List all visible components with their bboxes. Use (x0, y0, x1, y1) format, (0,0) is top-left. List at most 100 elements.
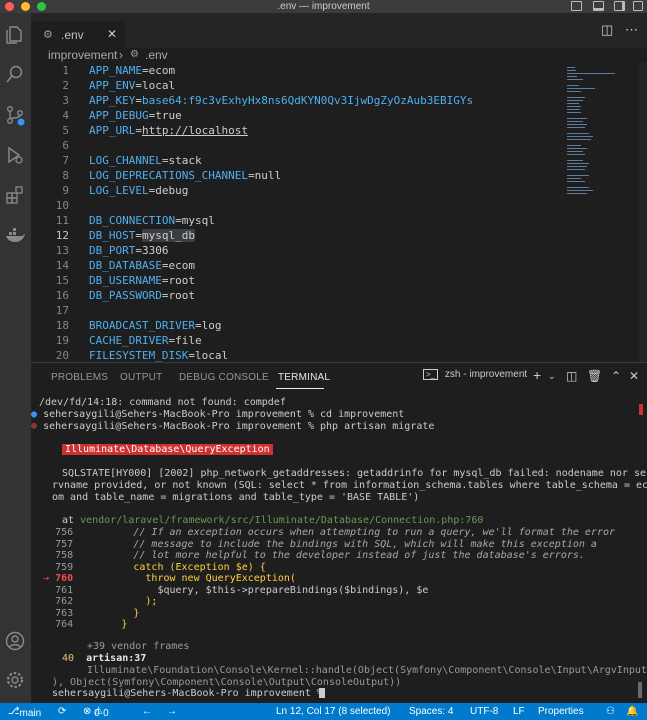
toggle-sidebar-icon[interactable] (571, 1, 582, 11)
sync-icon[interactable]: ⟳ (58, 705, 66, 718)
terminal-line: ● sehersaygili@Sehers-MacBook-Pro improv… (31, 409, 405, 420)
close-icon[interactable]: ✕ (107, 27, 117, 41)
code-line[interactable]: 3 APP_KEY=base64:f9c3vExhyHx8ns6QdKYN0Qv3… (31, 93, 541, 108)
toggle-panel-icon[interactable] (593, 1, 604, 11)
code-line[interactable]: 14 DB_DATABASE=ecom (31, 258, 541, 273)
line-content: APP_ENV=local (89, 79, 176, 92)
line-number: 8 (62, 169, 69, 182)
code-line[interactable]: 6 (31, 138, 541, 153)
line-content: FILESYSTEM_DISK=local (89, 349, 229, 362)
line-number: 15 (55, 274, 69, 287)
toggle-secondary-sidebar-icon[interactable] (614, 1, 625, 11)
stack-code-line: 761 $query, $this->prepareBindings($bind… (55, 584, 429, 596)
code-line[interactable]: 2 APP_ENV=local (31, 78, 541, 93)
line-number: 4 (62, 109, 69, 122)
code-line[interactable]: 16 DB_PASSWORD=root (31, 288, 541, 303)
source-control-icon[interactable] (4, 104, 26, 126)
activity-bar (0, 13, 31, 703)
live-share-icon[interactable]: ⚇ (606, 705, 615, 718)
forward-icon[interactable]: → (167, 705, 177, 718)
cursor-position[interactable]: Ln 12, Col 17 (8 selected) (276, 705, 391, 718)
line-content: APP_KEY=base64:f9c3vExhyHx8ns6QdKYN0Qv3I… (89, 94, 474, 107)
frame-detail: Illuminate\Foundation\Console\Kernel::ha… (87, 665, 647, 676)
line-number: 19 (55, 334, 69, 347)
close-panel-icon[interactable]: ✕ (629, 369, 639, 383)
line-content: DB_PORT=3306 (89, 244, 169, 257)
terminal-scrollbar[interactable] (638, 682, 642, 698)
line-content: DB_PASSWORD=root (89, 289, 195, 302)
run-debug-icon[interactable] (4, 144, 26, 166)
editor-tabs: ⚙ .env ✕ ◫ ⋯ (31, 13, 647, 48)
line-content: APP_DEBUG=true (89, 109, 182, 122)
problems-item[interactable]: ⊗ 0 ⚠ 0 (83, 705, 109, 719)
stack-code-line: 759 catch (Exception $e) { (55, 561, 266, 573)
account-icon[interactable] (4, 630, 26, 652)
language-mode[interactable]: Properties (538, 705, 584, 718)
code-line[interactable]: 7 LOG_CHANNEL=stack (31, 153, 541, 168)
code-line[interactable]: 15 DB_USERNAME=root (31, 273, 541, 288)
explorer-icon[interactable] (4, 24, 26, 46)
code-line[interactable]: 13 DB_PORT=3306 (31, 243, 541, 258)
tab-env[interactable]: ⚙ .env ✕ (31, 21, 126, 48)
stack-location: at vendor/laravel/framework/src/Illumina… (62, 515, 484, 526)
file-path-link[interactable]: vendor/laravel/framework/src/Illuminate/… (80, 515, 483, 526)
tab-problems[interactable]: PROBLEMS (51, 372, 108, 383)
line-content: BROADCAST_DRIVER=log (89, 319, 222, 332)
code-line[interactable]: 9 LOG_LEVEL=debug (31, 183, 541, 198)
code-line[interactable]: 17 (31, 303, 541, 318)
code-line[interactable]: 4 APP_DEBUG=true (31, 108, 541, 123)
line-number: 3 (62, 94, 69, 107)
split-editor-icon[interactable]: ◫ (601, 22, 613, 38)
stack-code-line: 756 // If an exception occurs when attem… (55, 527, 616, 538)
code-line[interactable]: 1 APP_NAME=ecom (31, 63, 541, 78)
indentation[interactable]: Spaces: 4 (409, 705, 453, 718)
terminal-selector[interactable]: >_ zsh - improvement (423, 369, 527, 384)
tab-debug-console[interactable]: DEBUG CONSOLE (179, 372, 269, 383)
split-terminal-icon[interactable]: ◫ (566, 369, 577, 383)
maximize-panel-icon[interactable]: ⌃ (611, 369, 621, 383)
frame-detail: ), Object(Symfony\Component\Console\Outp… (52, 677, 402, 688)
code-line[interactable]: 12 DB_HOST=mysql_db (31, 228, 541, 243)
window-title: .env — improvement (277, 1, 370, 12)
new-terminal-icon[interactable]: + (533, 367, 541, 383)
minimap[interactable] (563, 63, 639, 362)
line-number: 1 (62, 64, 69, 77)
line-number: 9 (62, 184, 69, 197)
extensions-icon[interactable] (4, 184, 26, 206)
editor-scrollbar[interactable] (639, 63, 647, 362)
terminal-output[interactable]: /dev/fd/14:18: command not found: compde… (31, 394, 647, 702)
trash-icon[interactable]: 🗑 (587, 369, 602, 383)
code-line[interactable]: 11 DB_CONNECTION=mysql (31, 213, 541, 228)
gear-icon: ⚙ (43, 29, 53, 41)
code-line[interactable]: 18 BROADCAST_DRIVER=log (31, 318, 541, 333)
chevron-down-icon[interactable]: ⌄ (548, 371, 556, 382)
vendor-frames: +39 vendor frames (87, 641, 190, 652)
tab-terminal[interactable]: TERMINAL (278, 372, 330, 383)
line-content: DB_USERNAME=root (89, 274, 195, 287)
encoding[interactable]: UTF-8 (470, 705, 498, 718)
code-line[interactable]: 8 LOG_DEPRECATIONS_CHANNEL=null (31, 168, 541, 183)
line-number: 18 (55, 319, 69, 332)
status-bar: ⎇ main ⟳ ⊗ 0 ⚠ 0 ← → Ln 12, Col 17 (8 se… (0, 703, 647, 720)
code-line[interactable]: 19 CACHE_DRIVER=file (31, 333, 541, 348)
notifications-icon[interactable]: 🔔 (626, 705, 638, 718)
tab-output[interactable]: OUTPUT (120, 372, 162, 383)
manage-gear-icon[interactable] (4, 669, 26, 691)
breadcrumb-file[interactable]: .env (145, 48, 168, 62)
prompt-text: sehersaygili@Sehers-MacBook-Pro improvem… (43, 409, 405, 420)
code-line[interactable]: 20 FILESYSTEM_DISK=local (31, 348, 541, 362)
search-icon[interactable] (4, 63, 26, 85)
code-line[interactable]: 10 (31, 198, 541, 213)
more-actions-icon[interactable]: ⋯ (625, 22, 638, 38)
line-number: 2 (62, 79, 69, 92)
branch-item[interactable]: ⎇ main (8, 705, 41, 719)
docker-icon[interactable] (4, 225, 26, 247)
breadcrumb-folder[interactable]: improvement (48, 48, 117, 62)
error-message: rvname provided, or not known (SQL: sele… (52, 480, 647, 491)
back-icon[interactable]: ← (142, 705, 152, 718)
customize-layout-icon[interactable] (633, 1, 643, 11)
code-line[interactable]: 5 APP_URL=http://localhost (31, 123, 541, 138)
code-editor[interactable]: 1 APP_NAME=ecom 2 APP_ENV=local 3 APP_KEY=bas… (31, 63, 541, 362)
end-of-line[interactable]: LF (513, 705, 525, 718)
line-content: APP_NAME=ecom (89, 64, 176, 77)
